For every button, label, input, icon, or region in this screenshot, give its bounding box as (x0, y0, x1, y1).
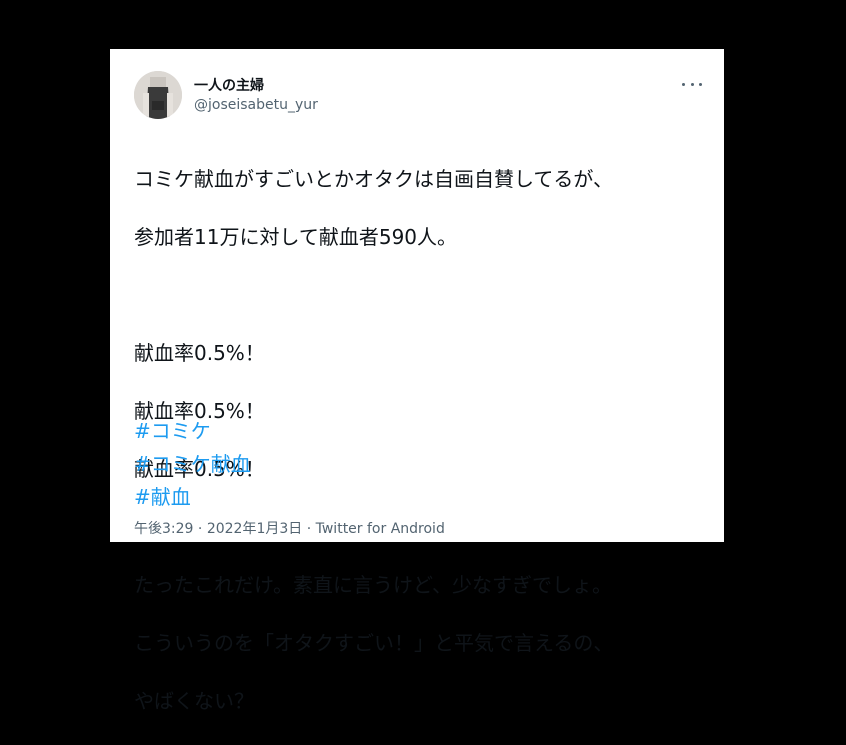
tweet-text-line (134, 281, 709, 310)
hashtag-link[interactable]: #コミケ (134, 415, 251, 448)
more-icon[interactable] (682, 76, 702, 92)
tweet-text-line: 献血率0.5%！ (134, 341, 265, 365)
tweet-text-line: たったこれだけ。素直に言うけど、少なすぎでしょ。 (134, 573, 612, 597)
tweet-text-line: コミケ献血がすごいとかオタクは自画自賛してるが、 (134, 167, 613, 191)
hashtag-link[interactable]: #献血 (134, 481, 251, 514)
tweet-text-line: 参加者11万に対して献血者590人。 (134, 225, 458, 249)
avatar[interactable] (134, 71, 182, 119)
tweet-text-line: やばくない？ (134, 689, 254, 713)
separator: · (197, 521, 203, 537)
hashtag-link[interactable]: #コミケ献血 (134, 448, 251, 481)
separator: · (306, 521, 312, 537)
user-handle[interactable]: @joseisabetu_yur (194, 97, 318, 113)
avatar-image (134, 71, 182, 119)
hashtag-list: #コミケ #コミケ献血 #献血 (134, 415, 251, 514)
tweet-time[interactable]: 午後3:29 (134, 521, 193, 537)
tweet-metadata: 午後3:29 · 2022年1月3日 · Twitter for Android (134, 518, 445, 538)
tweet-date[interactable]: 2022年1月3日 (207, 521, 302, 537)
display-name[interactable]: 一人の主婦 (194, 75, 264, 95)
tweet-text-line: こういうのを「オタクすごい！」と平気で言えるの、 (134, 631, 614, 655)
tweet-card: 一人の主婦 @joseisabetu_yur コミケ献血がすごいとかオタクは自画… (110, 49, 724, 713)
more-dot (682, 82, 685, 86)
tweet-source[interactable]: Twitter for Android (316, 521, 445, 537)
more-dot (699, 82, 702, 86)
more-dot (690, 82, 694, 86)
